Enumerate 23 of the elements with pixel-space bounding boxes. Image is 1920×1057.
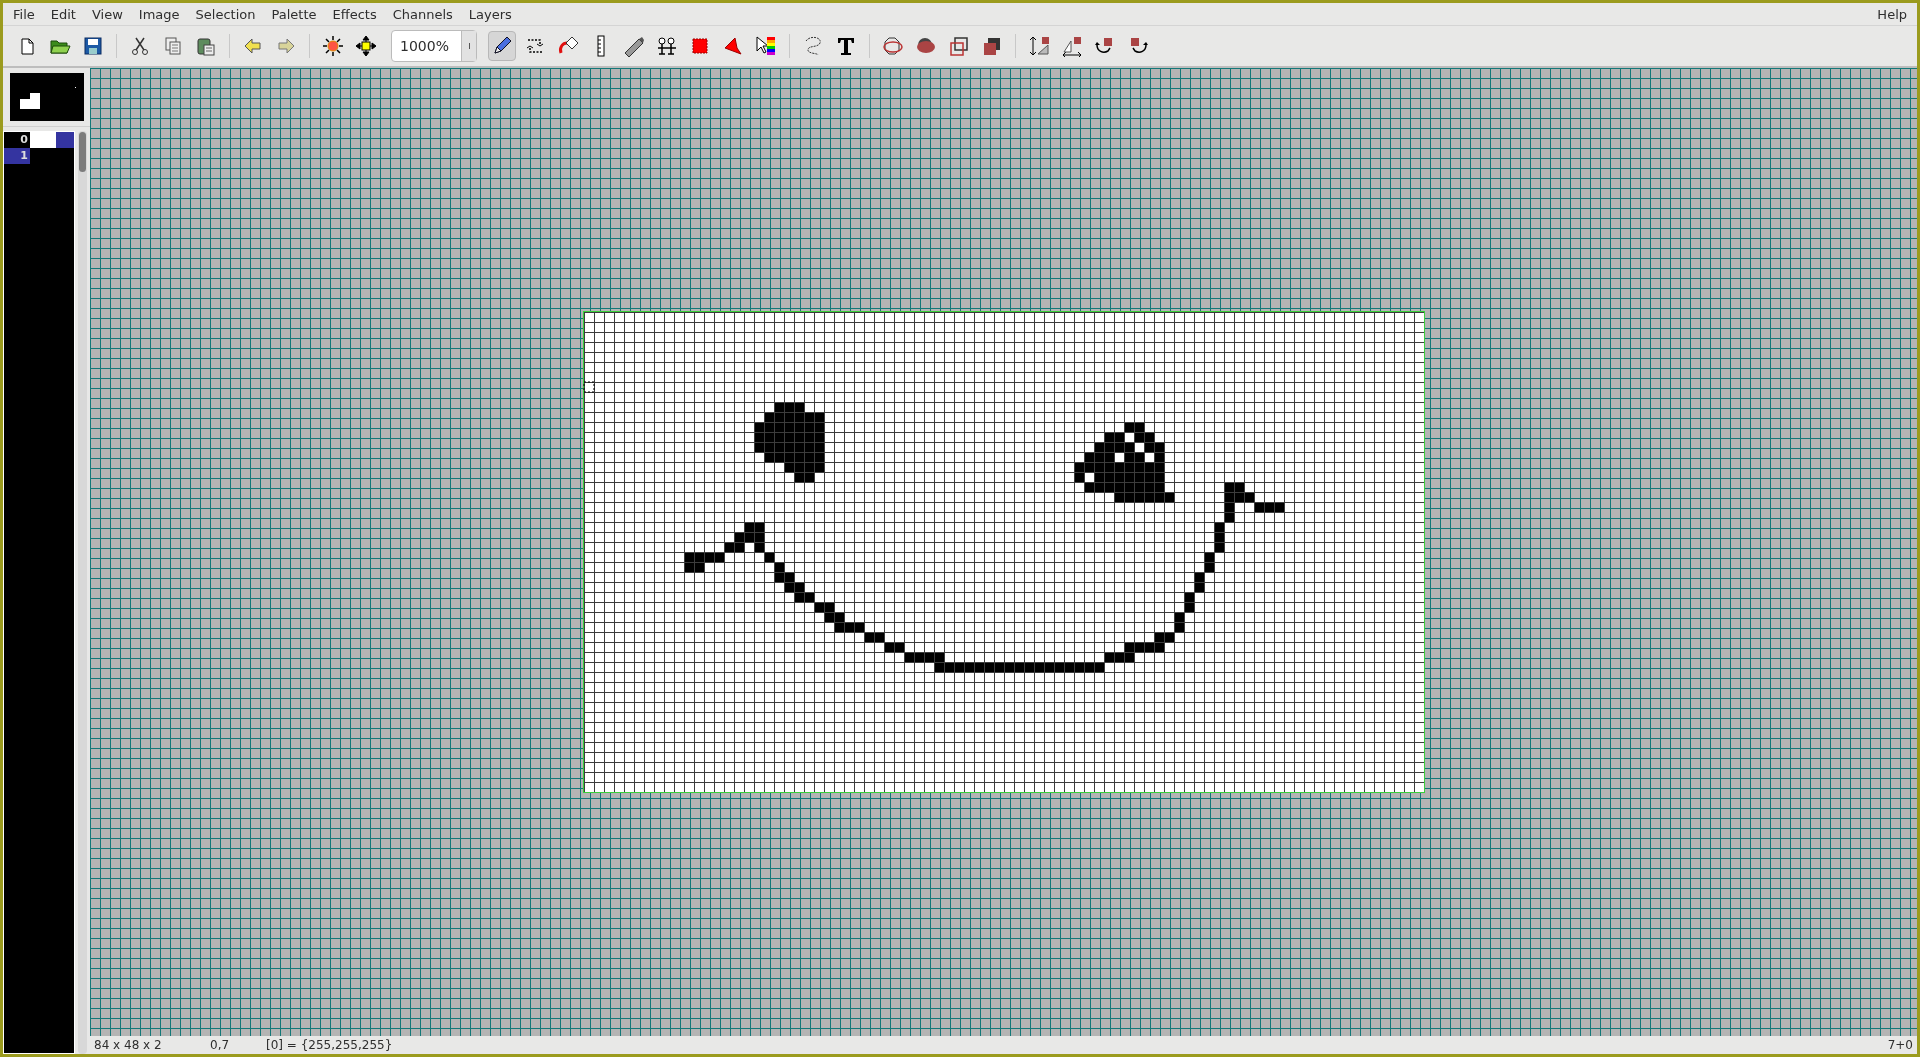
color-swatch[interactable] bbox=[30, 132, 56, 148]
cursor-position: 0,7 bbox=[210, 1038, 231, 1052]
cursor-icon bbox=[583, 381, 594, 393]
menu-item[interactable]: Palette bbox=[263, 6, 325, 22]
menu-item[interactable]: Selection bbox=[187, 6, 264, 22]
menu-item[interactable]: Edit bbox=[42, 6, 84, 22]
help-menu[interactable]: Help bbox=[1869, 6, 1915, 22]
menu-item[interactable]: Channels bbox=[384, 6, 461, 22]
zoom-field[interactable]: 1000% bbox=[391, 30, 477, 62]
pixel-value: [0] = {255,255,255} bbox=[266, 1038, 393, 1052]
image-canvas[interactable] bbox=[582, 311, 1425, 793]
canvas-area[interactable] bbox=[90, 68, 1917, 1036]
scrollbar[interactable] bbox=[78, 131, 87, 1054]
palette-index[interactable]: 0 bbox=[4, 132, 30, 148]
undo-counter: 7+0 bbox=[1887, 1038, 1913, 1052]
pencil-icon[interactable] bbox=[488, 31, 516, 61]
palette-index[interactable]: 1 bbox=[4, 148, 30, 164]
menu-item[interactable]: View bbox=[83, 6, 131, 22]
menu-item[interactable]: Image bbox=[130, 6, 188, 22]
menu-item[interactable]: File bbox=[5, 6, 43, 22]
image-size: 84 x 48 x 2 bbox=[94, 1038, 163, 1052]
menu-item[interactable]: Layers bbox=[460, 6, 520, 22]
menu-item[interactable]: Effects bbox=[324, 6, 385, 22]
